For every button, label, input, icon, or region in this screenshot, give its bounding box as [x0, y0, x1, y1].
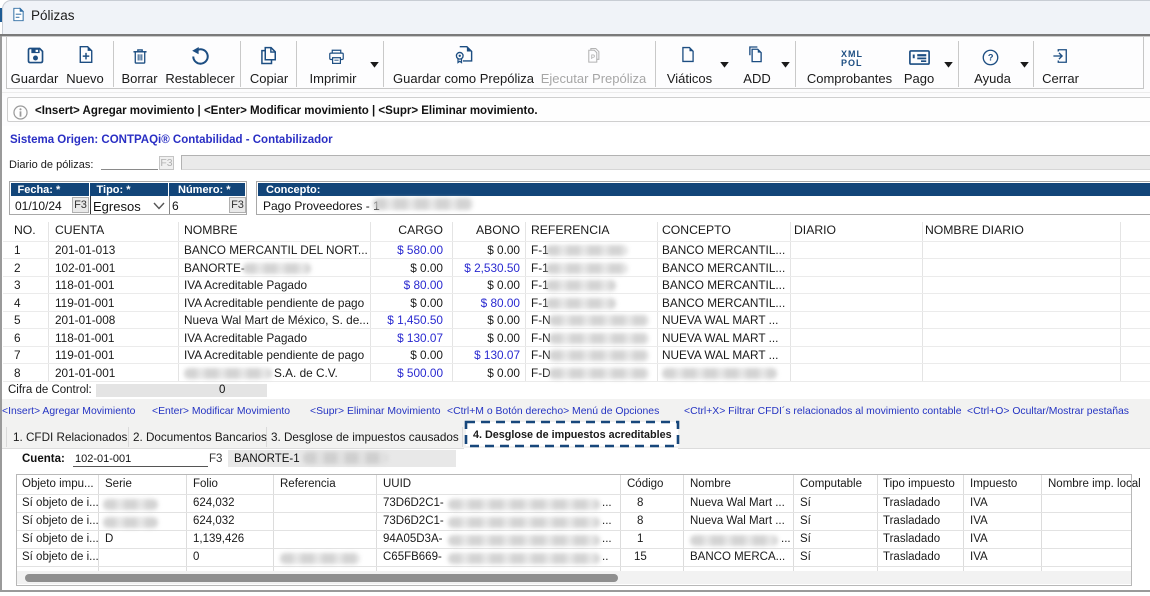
svg-text:P: P [591, 54, 595, 61]
svg-text:?: ? [988, 53, 994, 63]
